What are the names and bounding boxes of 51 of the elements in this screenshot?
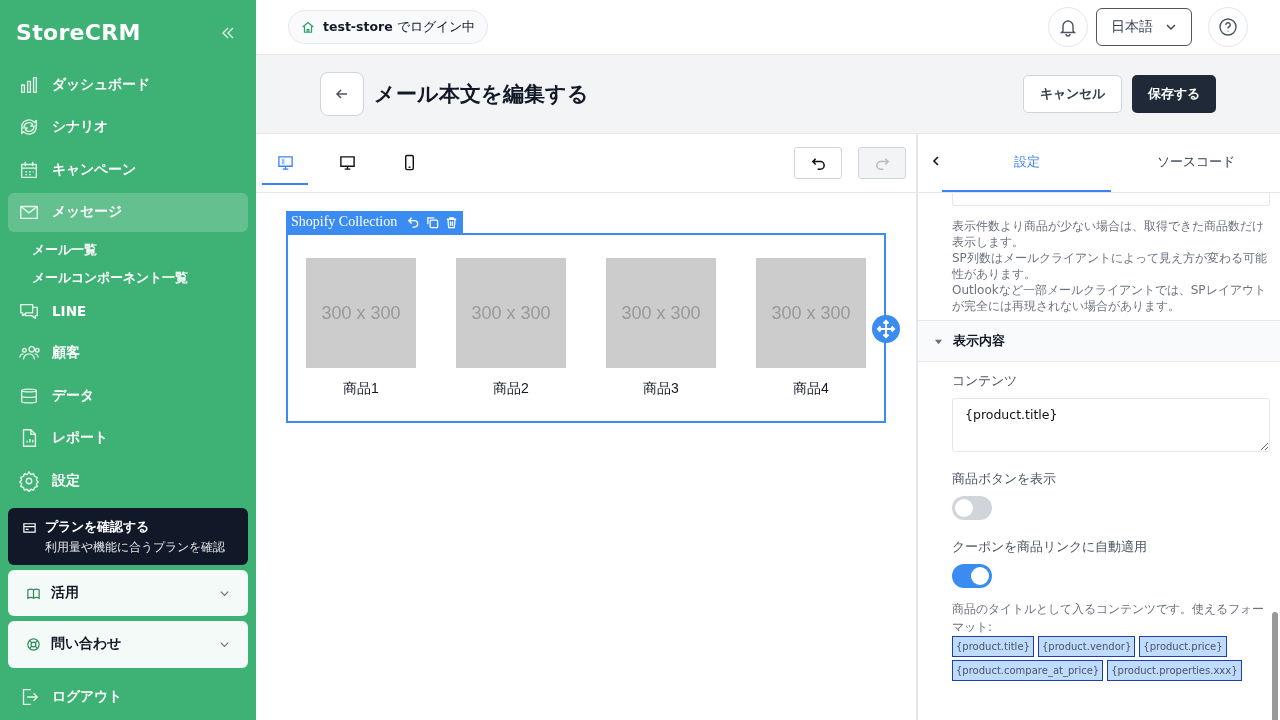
help-text: 商品のタイトルとして入るコンテンツです。使えるフォーマット:: [952, 601, 1265, 636]
format-tag[interactable]: {product.vendor}: [1037, 636, 1136, 657]
toggle-switch[interactable]: [952, 496, 992, 520]
collapsible-section[interactable]: 問い合わせ: [8, 621, 248, 668]
collapsible-section[interactable]: 活用: [8, 570, 248, 617]
product-name: 商品1: [343, 380, 379, 398]
monitor-icon: [338, 153, 356, 171]
plan-card[interactable]: プランを確認する 利用量や機能に合うプランを確認: [8, 508, 248, 566]
logo: StoreCRM: [16, 20, 141, 46]
trash-icon[interactable]: [445, 215, 459, 229]
save-button[interactable]: 保存する: [1132, 75, 1216, 113]
cancel-button[interactable]: キャンセル: [1023, 75, 1122, 113]
undo-button[interactable]: [794, 147, 842, 179]
format-tag[interactable]: {product.compare_at_price}: [952, 660, 1104, 681]
help-text: Outlookなど一部メールクライアントでは、SPレイアウトが完全には再現されない場合があります。: [952, 282, 1267, 314]
responsive-icon: [276, 153, 294, 171]
undo-icon[interactable]: [407, 215, 421, 229]
book-icon: [26, 585, 41, 601]
page-title: メール本文を編集する: [374, 81, 589, 108]
product-name: 商品2: [493, 380, 529, 398]
format-tag[interactable]: {product.properties.xxx}: [1107, 660, 1242, 681]
copy-icon[interactable]: [426, 215, 440, 229]
language-select[interactable]: 日本語: [1096, 8, 1192, 46]
move-handle-icon[interactable]: [872, 315, 900, 343]
help-text: SP列数はメールクライアントによって見え方が変わる可能性があります。: [952, 250, 1268, 282]
product-name: 商品4: [793, 380, 829, 398]
notification-button[interactable]: [1048, 7, 1088, 47]
field-label: コンテンツ: [952, 372, 1018, 390]
plan-title: プランを確認する: [45, 518, 149, 537]
format-tag[interactable]: {product.title}: [952, 636, 1034, 657]
toggle-label: クーポンを商品リンクに自動適用: [952, 538, 1148, 556]
back-chevron-icon[interactable]: [930, 155, 942, 167]
panel-tab[interactable]: ソースコード: [1111, 134, 1280, 192]
product-name: 商品3: [643, 380, 679, 398]
help-button[interactable]: [1208, 7, 1248, 47]
plan-subtitle: 利用量や機能に合うプランを確認: [44, 540, 226, 556]
input-field[interactable]: [952, 193, 1270, 206]
home-icon: [301, 20, 315, 34]
panel-tab[interactable]: 設定: [942, 134, 1111, 192]
store-badge: test-store でログイン中: [288, 10, 488, 44]
help-text: 表示件数より商品が少ない場合は、取得できた商品数だけ表示します。: [952, 218, 1265, 250]
lifebuoy-icon: [26, 636, 41, 652]
toggle-switch[interactable]: [952, 564, 992, 588]
content-field[interactable]: {product.title}: [952, 398, 1270, 452]
block-label: Shopify Collection: [286, 211, 464, 233]
help-icon: [1218, 17, 1238, 37]
gear-icon: [18, 469, 40, 492]
bell-icon: [1058, 17, 1078, 37]
section-header[interactable]: 表示内容: [918, 320, 1280, 362]
toggle-label: 商品ボタンを表示: [952, 470, 1057, 488]
format-tag[interactable]: {product.price}: [1139, 636, 1227, 657]
